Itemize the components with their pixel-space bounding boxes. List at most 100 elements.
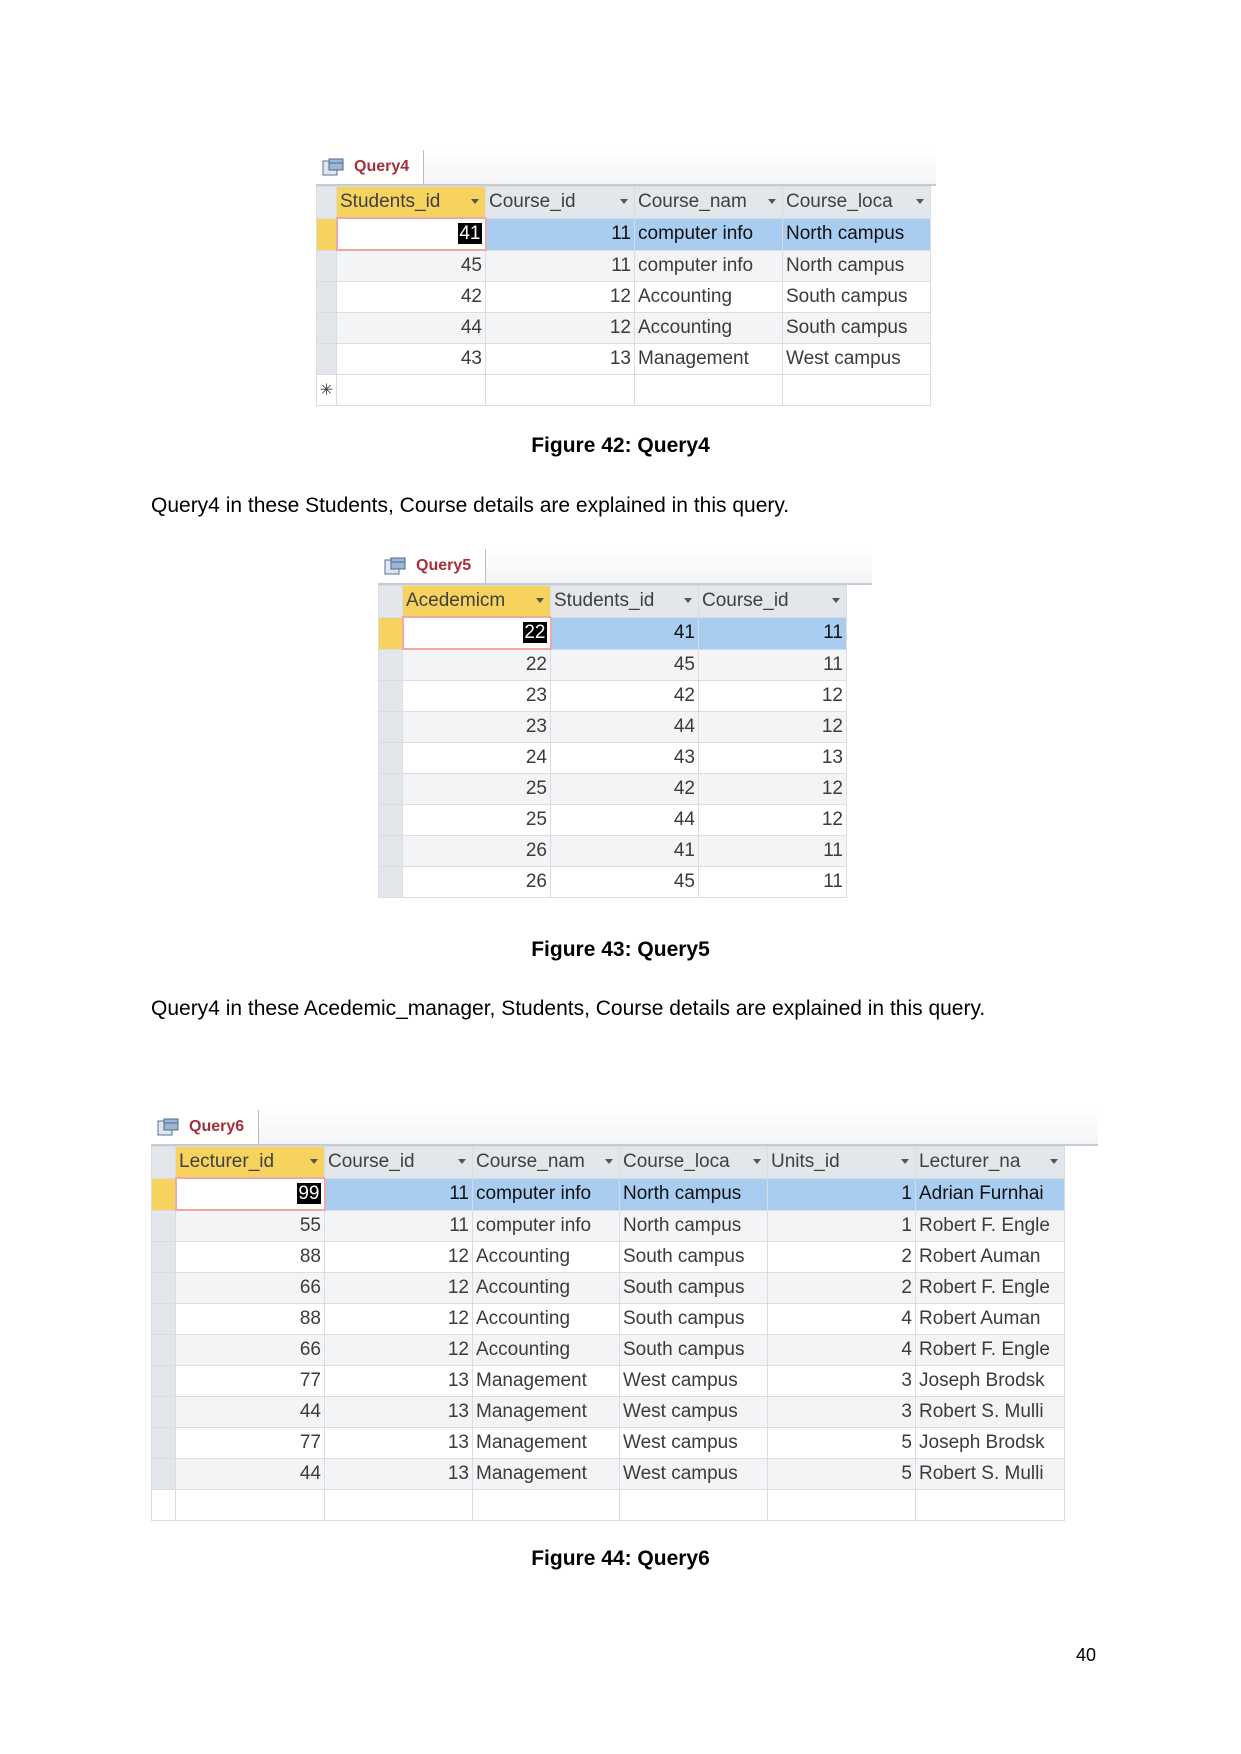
table-cell[interactable] xyxy=(336,374,486,406)
row-selector[interactable] xyxy=(316,343,337,375)
table-cell[interactable]: 12 xyxy=(485,312,635,344)
table-cell[interactable] xyxy=(767,1489,916,1521)
table-cell[interactable] xyxy=(634,374,783,406)
table-cell[interactable]: 26 xyxy=(402,835,551,867)
table-cell[interactable] xyxy=(472,1489,620,1521)
table-cell[interactable]: West campus xyxy=(782,343,931,375)
table-cell[interactable]: 11 xyxy=(698,866,847,898)
table-cell[interactable]: Adrian Furnhai xyxy=(915,1177,1065,1211)
table-row[interactable]: 42 12 Accounting South campus xyxy=(316,281,931,313)
table-cell[interactable]: North campus xyxy=(619,1177,768,1211)
table-row[interactable]: 88 12 Accounting South campus 2 Robert Auman xyxy=(151,1241,1065,1273)
table-cell[interactable]: 1 xyxy=(767,1209,916,1242)
table-row[interactable]: 22 41 11 xyxy=(378,616,847,650)
table-row[interactable]: 26 41 11 xyxy=(378,835,847,867)
table-cell[interactable]: 25 xyxy=(402,773,551,805)
table-cell[interactable]: South campus xyxy=(619,1303,768,1335)
table-row[interactable]: 66 12 Accounting South campus 2 Robert F. Eng… xyxy=(151,1272,1065,1304)
table-cell[interactable]: 44 xyxy=(550,711,699,743)
dropdown-arrow-icon[interactable] xyxy=(753,1159,761,1164)
table-cell[interactable]: 12 xyxy=(485,281,635,313)
table-cell[interactable]: 3 xyxy=(767,1365,916,1397)
column-header[interactable]: Units_id xyxy=(767,1146,916,1179)
table-cell[interactable]: 12 xyxy=(324,1272,473,1304)
table-cell[interactable]: computer info xyxy=(634,249,783,282)
table-cell[interactable]: 11 xyxy=(698,648,847,681)
table-cell[interactable]: 11 xyxy=(324,1209,473,1242)
column-header[interactable]: Course_nam xyxy=(634,186,783,219)
new-record-row[interactable]: ✳ xyxy=(316,374,931,406)
table-cell[interactable]: 77 xyxy=(175,1427,325,1459)
row-selector[interactable] xyxy=(378,711,403,743)
row-selector[interactable] xyxy=(151,1303,176,1335)
table-cell[interactable]: 55 xyxy=(175,1209,325,1242)
row-selector[interactable] xyxy=(151,1272,176,1304)
table-cell[interactable]: Robert F. Engle xyxy=(915,1209,1065,1242)
table-cell[interactable]: 42 xyxy=(550,680,699,712)
table-cell[interactable]: Accounting xyxy=(472,1334,620,1366)
row-selector[interactable] xyxy=(151,1177,176,1211)
row-selector[interactable] xyxy=(316,249,337,282)
table-cell[interactable]: 43 xyxy=(336,343,486,375)
table-row[interactable]: 88 12 Accounting South campus 4 Robert Auman xyxy=(151,1303,1065,1335)
table-cell[interactable]: Robert F. Engle xyxy=(915,1334,1065,1366)
table-cell[interactable]: 3 xyxy=(767,1396,916,1428)
row-selector[interactable] xyxy=(316,281,337,313)
table-cell[interactable]: 12 xyxy=(324,1334,473,1366)
select-all[interactable] xyxy=(151,1146,176,1179)
table-row[interactable]: 77 13 Management West campus 3 Joseph Brodsk xyxy=(151,1365,1065,1397)
table-cell[interactable]: 11 xyxy=(485,217,635,251)
table-cell[interactable]: South campus xyxy=(782,312,931,344)
table-row[interactable]: 43 13 Management West campus xyxy=(316,343,931,375)
table-cell[interactable]: 66 xyxy=(175,1334,325,1366)
table-cell[interactable]: 11 xyxy=(698,835,847,867)
row-selector[interactable] xyxy=(378,866,403,898)
table-cell[interactable]: Management xyxy=(634,343,783,375)
table-cell[interactable]: 88 xyxy=(175,1241,325,1273)
table-cell[interactable]: Accounting xyxy=(472,1303,620,1335)
table-cell[interactable]: 1 xyxy=(767,1177,916,1211)
table-cell[interactable]: 2 xyxy=(767,1241,916,1273)
table-cell[interactable]: Joseph Brodsk xyxy=(915,1365,1065,1397)
table-cell[interactable]: 26 xyxy=(402,866,551,898)
table-cell[interactable]: Management xyxy=(472,1427,620,1459)
row-selector[interactable] xyxy=(151,1241,176,1273)
column-header[interactable]: Students_id xyxy=(336,186,486,219)
table-cell[interactable]: Robert S. Mulli xyxy=(915,1396,1065,1428)
table-cell[interactable]: 42 xyxy=(336,281,486,313)
table-cell[interactable] xyxy=(619,1489,768,1521)
select-all[interactable] xyxy=(378,585,403,618)
table-cell[interactable]: West campus xyxy=(619,1427,768,1459)
table-cell[interactable]: 42 xyxy=(550,773,699,805)
dropdown-arrow-icon[interactable] xyxy=(536,598,544,603)
table-cell[interactable]: 11 xyxy=(485,249,635,282)
row-selector[interactable] xyxy=(378,835,403,867)
table-cell[interactable]: Robert F. Engle xyxy=(915,1272,1065,1304)
table-cell[interactable]: 11 xyxy=(324,1177,473,1211)
dropdown-arrow-icon[interactable] xyxy=(916,199,924,204)
row-selector[interactable]: ✳ xyxy=(316,374,337,406)
table-row[interactable]: 44 13 Management West campus 3 Robert S. Mull… xyxy=(151,1396,1065,1428)
table-cell[interactable]: 41 xyxy=(335,217,487,251)
table-cell[interactable]: 44 xyxy=(336,312,486,344)
table-cell[interactable]: 41 xyxy=(550,835,699,867)
dropdown-arrow-icon[interactable] xyxy=(310,1159,318,1164)
table-cell[interactable]: 13 xyxy=(324,1365,473,1397)
table-cell[interactable] xyxy=(915,1489,1065,1521)
new-record-row[interactable] xyxy=(151,1489,1065,1521)
table-row[interactable]: 55 11 computer info North campus 1 Robert F. … xyxy=(151,1209,1065,1242)
table-cell[interactable] xyxy=(175,1489,325,1521)
table-row[interactable]: 66 12 Accounting South campus 4 Robert F. Eng… xyxy=(151,1334,1065,1366)
dropdown-arrow-icon[interactable] xyxy=(458,1159,466,1164)
row-selector[interactable] xyxy=(151,1209,176,1242)
table-cell[interactable]: Accounting xyxy=(472,1241,620,1273)
table-row[interactable]: 25 42 12 xyxy=(378,773,847,805)
table-cell[interactable]: 22 xyxy=(402,648,551,681)
table-row[interactable]: 23 44 12 xyxy=(378,711,847,743)
table-cell[interactable]: 13 xyxy=(485,343,635,375)
dropdown-arrow-icon[interactable] xyxy=(1050,1159,1058,1164)
table-cell[interactable]: Accounting xyxy=(634,281,783,313)
table-cell[interactable]: 99 xyxy=(174,1177,326,1211)
query-tab[interactable]: Query6 xyxy=(151,1110,260,1144)
table-row[interactable]: 44 12 Accounting South campus xyxy=(316,312,931,344)
